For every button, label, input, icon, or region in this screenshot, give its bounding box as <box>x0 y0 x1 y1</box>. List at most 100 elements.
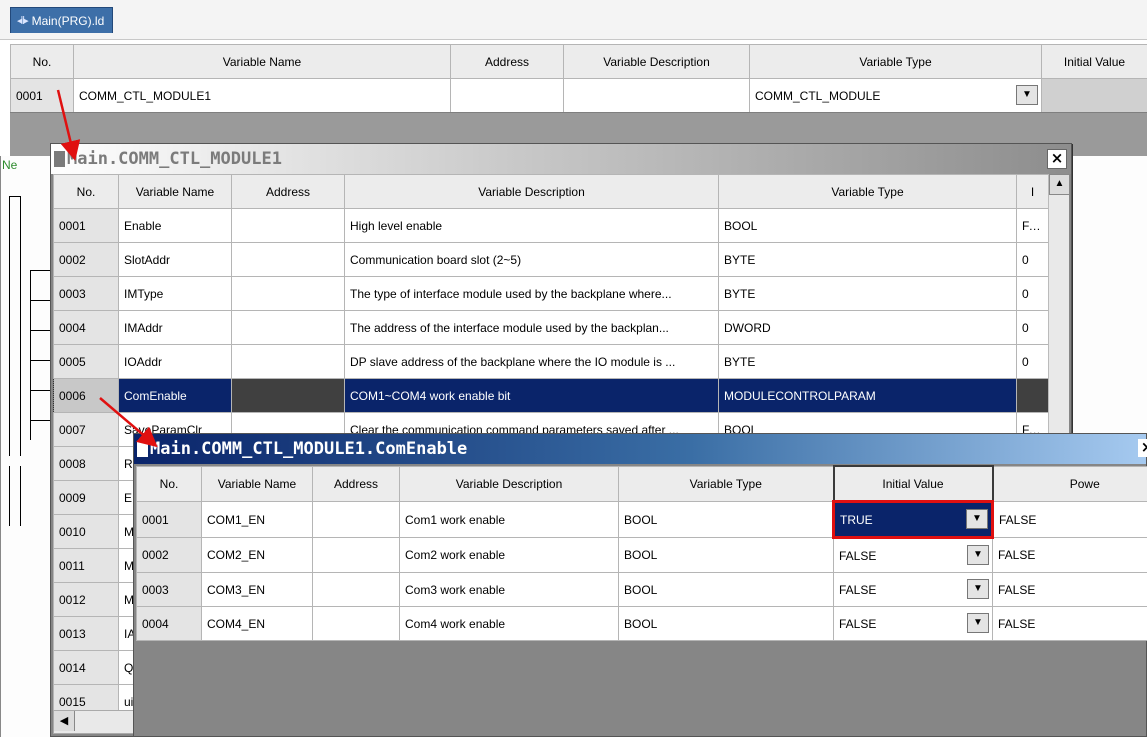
header-variable-name[interactable]: Variable Name <box>118 174 232 209</box>
row-no[interactable]: 0003 <box>136 572 202 607</box>
description-cell[interactable]: The address of the interface module used… <box>344 310 719 345</box>
row-no[interactable]: 0002 <box>136 537 202 573</box>
table-row[interactable]: 0002 COM2_EN Com2 work enable BOOL FALSE ▼ FAL… <box>136 537 1147 573</box>
header-variable-name[interactable]: Variable Name <box>73 44 451 79</box>
address-cell[interactable] <box>312 537 400 573</box>
table-row[interactable]: 0001 COMM_CTL_MODULE1 COMM_CTL_MODULE ▼ <box>10 78 1147 113</box>
row-no[interactable]: 0004 <box>136 606 202 641</box>
variable-type-cell[interactable]: BOOL <box>618 572 834 607</box>
address-cell[interactable] <box>450 78 564 113</box>
table-row[interactable]: 0001 Enable High level enable BOOL FAL <box>53 208 1049 243</box>
type-dropdown-button[interactable]: ▼ <box>1016 85 1038 105</box>
header-variable-type[interactable]: Variable Type <box>618 465 834 502</box>
initial-value-cell[interactable]: 0 <box>1016 276 1049 311</box>
dropdown-arrow-icon[interactable]: ▼ <box>966 509 988 529</box>
row-no[interactable]: 0007 <box>53 412 119 447</box>
variable-name-cell[interactable]: COM1_EN <box>201 501 313 538</box>
initial-value-select[interactable]: FALSE ▼ <box>833 606 993 641</box>
description-cell[interactable]: DP slave address of the backplane where … <box>344 344 719 379</box>
address-cell[interactable] <box>231 378 345 413</box>
row-no[interactable]: 0009 <box>53 480 119 515</box>
initial-value-cell[interactable] <box>1016 378 1049 413</box>
window-titlebar[interactable]: Main.COMM_CTL_MODULE1 <box>51 144 1071 174</box>
variable-name-cell[interactable]: COMM_CTL_MODULE1 <box>73 78 451 113</box>
table-row[interactable]: 0003 COM3_EN Com3 work enable BOOL FALSE ▼ FAL… <box>136 572 1147 607</box>
window-titlebar[interactable]: Main.COMM_CTL_MODULE1.ComEnable <box>134 434 1146 464</box>
tab-main-prg[interactable]: ◂‖▸ Main(PRG).ld <box>10 7 114 33</box>
row-no[interactable]: 0006 <box>53 378 119 413</box>
address-cell[interactable] <box>231 208 345 243</box>
address-cell[interactable] <box>231 344 345 379</box>
initial-value-cell[interactable] <box>1041 78 1147 113</box>
power-value-cell[interactable]: FALSE <box>992 537 1147 573</box>
header-no[interactable]: No. <box>53 174 119 209</box>
variable-name-cell[interactable]: COM3_EN <box>201 572 313 607</box>
variable-type-cell[interactable]: BOOL <box>718 208 1017 243</box>
variable-type-cell[interactable]: MODULECONTROLPARAM <box>718 378 1017 413</box>
address-cell[interactable] <box>312 606 400 641</box>
table-row[interactable]: 0006 ComEnable COM1~COM4 work enable bit MO… <box>53 378 1049 413</box>
header-initial-value[interactable]: Initial Value <box>1041 44 1147 79</box>
initial-value-cell[interactable]: 0 <box>1016 344 1049 379</box>
description-cell[interactable]: The type of interface module used by the… <box>344 276 719 311</box>
dropdown-arrow-icon[interactable]: ▼ <box>967 579 989 599</box>
address-cell[interactable] <box>312 501 400 538</box>
row-no[interactable]: 0001 <box>10 78 74 113</box>
header-no[interactable]: No. <box>136 465 202 502</box>
variable-type-cell[interactable]: BYTE <box>718 242 1017 277</box>
header-address[interactable]: Address <box>231 174 345 209</box>
description-cell[interactable]: Communication board slot (2~5) <box>344 242 719 277</box>
variable-name-cell[interactable]: COM4_EN <box>201 606 313 641</box>
row-no[interactable]: 0010 <box>53 514 119 549</box>
variable-name-cell[interactable]: COM2_EN <box>201 537 313 573</box>
table-row[interactable]: 0001 COM1_EN Com1 work enable BOOL TRUE ▼ FALS… <box>136 500 1147 539</box>
variable-type-cell[interactable]: BOOL <box>618 606 834 641</box>
scroll-up-icon[interactable]: ▲ <box>1049 174 1070 195</box>
variable-name-cell[interactable]: IMType <box>118 276 232 311</box>
scroll-left-icon[interactable]: ◀ <box>54 711 75 731</box>
row-no[interactable]: 0001 <box>136 501 202 538</box>
description-cell[interactable]: Com3 work enable <box>399 572 619 607</box>
row-no[interactable]: 0013 <box>53 616 119 651</box>
row-no[interactable]: 0003 <box>53 276 119 311</box>
description-cell[interactable]: Com2 work enable <box>399 537 619 573</box>
description-cell[interactable]: COM1~COM4 work enable bit <box>344 378 719 413</box>
power-value-cell[interactable]: FALSE <box>992 606 1147 641</box>
dropdown-arrow-icon[interactable]: ▼ <box>967 613 989 633</box>
description-cell[interactable]: Com1 work enable <box>399 501 619 538</box>
close-button[interactable]: × <box>1138 439 1147 457</box>
initial-value-cell[interactable]: 0 <box>1016 242 1049 277</box>
header-initial-value[interactable]: Initial Value <box>832 465 994 503</box>
table-row[interactable]: 0003 IMType The type of interface module u… <box>53 276 1049 311</box>
close-button[interactable]: × <box>1047 149 1067 169</box>
header-variable-description[interactable]: Variable Description <box>344 174 719 209</box>
variable-type-cell[interactable]: BOOL <box>618 501 834 538</box>
header-variable-type[interactable]: Variable Type <box>718 174 1017 209</box>
initial-value-select[interactable]: FALSE ▼ <box>833 537 993 573</box>
header-variable-type[interactable]: Variable Type <box>749 44 1042 79</box>
variable-type-cell[interactable]: BYTE <box>718 276 1017 311</box>
row-no[interactable]: 0008 <box>53 446 119 481</box>
row-no[interactable]: 0004 <box>53 310 119 345</box>
header-power-value[interactable]: Powe <box>992 465 1147 502</box>
description-cell[interactable] <box>563 78 750 113</box>
row-no[interactable]: 0002 <box>53 242 119 277</box>
power-value-cell[interactable]: FALSE <box>992 501 1147 538</box>
header-variable-description[interactable]: Variable Description <box>399 465 619 502</box>
header-address[interactable]: Address <box>312 465 400 502</box>
initial-value-cell[interactable]: FAL <box>1016 208 1049 243</box>
initial-value-cell[interactable]: 0 <box>1016 310 1049 345</box>
address-cell[interactable] <box>312 572 400 607</box>
header-no[interactable]: No. <box>10 44 74 79</box>
row-no[interactable]: 0005 <box>53 344 119 379</box>
address-cell[interactable] <box>231 276 345 311</box>
variable-type-cell[interactable]: BOOL <box>618 537 834 573</box>
initial-value-select[interactable]: FALSE ▼ <box>833 572 993 607</box>
table-row[interactable]: 0004 IMAddr The address of the interface m… <box>53 310 1049 345</box>
header-variable-description[interactable]: Variable Description <box>563 44 750 79</box>
row-no[interactable]: 0001 <box>53 208 119 243</box>
header-variable-name[interactable]: Variable Name <box>201 465 313 502</box>
address-cell[interactable] <box>231 310 345 345</box>
variable-type-cell[interactable]: BYTE <box>718 344 1017 379</box>
initial-value-select[interactable]: TRUE ▼ <box>832 500 994 539</box>
